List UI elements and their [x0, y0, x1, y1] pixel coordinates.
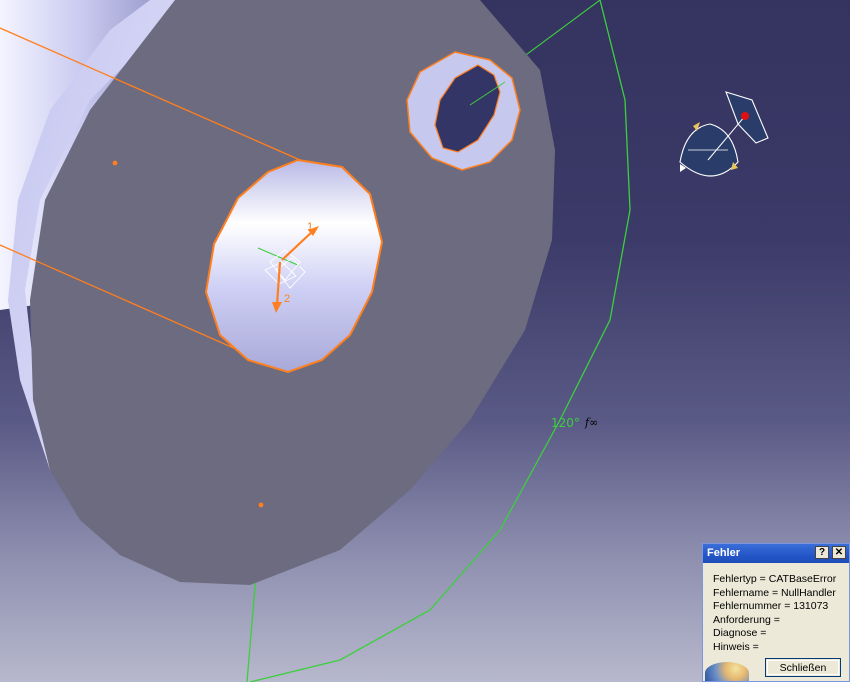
axis-label-1: 1 — [307, 221, 313, 233]
dialog-logo-icon — [705, 662, 749, 681]
angle-dimension-label: 120° — [551, 416, 580, 430]
dialog-titlebar[interactable]: Fehler ? ✕ — [703, 544, 849, 563]
close-button[interactable]: Schließen — [765, 658, 841, 677]
diagnosis-line: Diagnose = — [713, 627, 767, 639]
error-name-line: Fehlername = NullHandler — [713, 586, 836, 599]
point-marker-1 — [112, 160, 118, 166]
axis-label-2: 2 — [284, 293, 290, 305]
error-type-line: Fehlertyp = CATBaseError — [713, 573, 837, 585]
error-dialog: Fehler ? ✕ Fehlertyp = CATBaseError Fehl… — [702, 543, 850, 682]
infinity-symbol: f∞ — [585, 416, 599, 429]
point-marker-2 — [258, 502, 264, 508]
dialog-title: Fehler — [707, 547, 741, 559]
help-button[interactable]: ? — [815, 546, 829, 559]
hint-line: Hinweis = — [713, 640, 759, 653]
error-number-line: Fehlernummer = 131073 — [713, 600, 829, 612]
request-line: Anforderung = — [713, 613, 780, 626]
dialog-message: Fehlertyp = CATBaseError Fehlername = Nu… — [713, 573, 836, 654]
view-orientation-icon[interactable] — [679, 91, 769, 177]
close-icon[interactable]: ✕ — [832, 546, 846, 559]
